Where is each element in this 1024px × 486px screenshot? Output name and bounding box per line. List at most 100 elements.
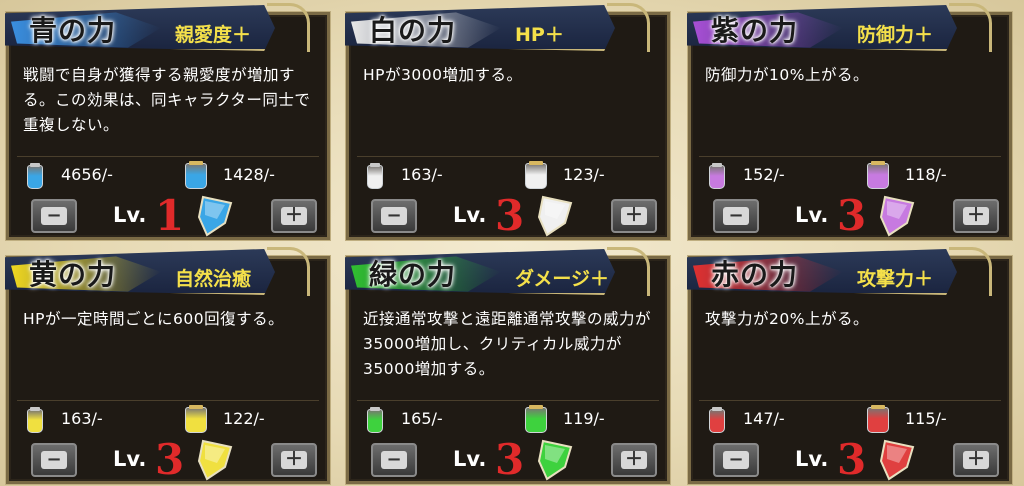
power-description: HPが3000増加する。: [363, 66, 523, 84]
level-value: 3: [495, 435, 525, 484]
level-down-button[interactable]: −: [713, 443, 759, 477]
divider: [699, 400, 1001, 401]
level-up-button[interactable]: ＋: [611, 199, 657, 233]
level-up-button[interactable]: ＋: [271, 443, 317, 477]
plus-icon: ＋: [963, 451, 989, 469]
banner-ornament: [949, 247, 992, 296]
level-down-button[interactable]: −: [713, 199, 759, 233]
level-label: Lv.: [453, 203, 487, 227]
level-value: 1: [155, 191, 185, 240]
minus-icon: −: [723, 207, 749, 225]
power-crystal-icon: [197, 439, 233, 481]
large-potion-icon: [525, 161, 547, 189]
power-description: HPが一定時間ごとに600回復する。: [23, 310, 285, 328]
level-up-button[interactable]: ＋: [611, 443, 657, 477]
level-down-button[interactable]: −: [31, 199, 77, 233]
level-down-button[interactable]: −: [371, 443, 417, 477]
power-title: 青の力: [29, 14, 117, 47]
power-crystal-icon: [537, 439, 573, 481]
power-title: 黄の力: [29, 258, 117, 291]
power-effect-label: 親愛度＋: [175, 24, 252, 46]
small-potion-count: 165/-: [401, 409, 443, 428]
material-row: 165/- 119/-: [349, 405, 667, 433]
plus-icon: ＋: [621, 207, 647, 225]
banner-ornament: [267, 247, 310, 296]
level-label: Lv.: [795, 203, 829, 227]
small-potion-icon: [367, 163, 383, 189]
minus-icon: −: [381, 207, 407, 225]
power-crystal-icon: [879, 439, 915, 481]
large-potion-count: 115/-: [905, 409, 947, 428]
power-effect-label: 防御力＋: [857, 24, 934, 46]
power-effect-label: 攻撃力＋: [857, 268, 934, 290]
small-potion-count: 163/-: [61, 409, 103, 428]
banner-ornament: [949, 3, 992, 52]
minus-icon: −: [41, 451, 67, 469]
small-potion-count: 152/-: [743, 165, 785, 184]
power-title: 赤の力: [711, 258, 799, 291]
material-row: 152/- 118/-: [691, 161, 1009, 189]
material-row: 163/- 123/-: [349, 161, 667, 189]
small-potion-icon: [709, 163, 725, 189]
small-potion-icon: [27, 163, 43, 189]
large-potion-count: 123/-: [563, 165, 605, 184]
power-card: 赤の力 攻撃力＋ 攻撃力が20%上がる。 147/- 115/- − Lv. 3…: [687, 247, 1012, 484]
divider: [699, 156, 1001, 157]
power-crystal-icon: [197, 195, 233, 237]
power-card: 黄の力 自然治癒 HPが一定時間ごとに600回復する。 163/- 122/- …: [5, 247, 330, 484]
level-value: 3: [837, 191, 867, 240]
level-value: 3: [155, 435, 185, 484]
level-down-button[interactable]: −: [31, 443, 77, 477]
plus-icon: ＋: [281, 207, 307, 225]
small-potion-count: 147/-: [743, 409, 785, 428]
power-effect-label: 自然治癒: [175, 268, 252, 290]
power-title: 紫の力: [711, 14, 799, 47]
minus-icon: −: [41, 207, 67, 225]
level-label: Lv.: [113, 447, 147, 471]
small-potion-icon: [709, 407, 725, 433]
level-up-button[interactable]: ＋: [953, 443, 999, 477]
banner-ornament: [607, 3, 650, 52]
level-up-button[interactable]: ＋: [953, 199, 999, 233]
large-potion-icon: [867, 161, 889, 189]
power-card: 紫の力 防御力＋ 防御力が10%上がる。 152/- 118/- − Lv. 3…: [687, 3, 1012, 240]
level-up-button[interactable]: ＋: [271, 199, 317, 233]
power-description: 近接通常攻撃と遠距離通常攻撃の威力が35000増加し、クリティカル威力が3500…: [363, 310, 652, 378]
banner-ornament: [267, 3, 310, 52]
power-title: 緑の力: [369, 258, 457, 291]
plus-icon: ＋: [963, 207, 989, 225]
large-potion-count: 118/-: [905, 165, 947, 184]
divider: [357, 400, 659, 401]
material-row: 4656/- 1428/-: [9, 161, 327, 189]
power-description: 戦闘で自身が獲得する親愛度が増加する。この効果は、同キャラクター同士で重複しない…: [23, 66, 311, 134]
power-crystal-icon: [537, 195, 573, 237]
level-down-button[interactable]: −: [371, 199, 417, 233]
divider: [17, 156, 319, 157]
small-potion-icon: [27, 407, 43, 433]
power-description: 攻撃力が20%上がる。: [705, 310, 869, 328]
minus-icon: −: [381, 451, 407, 469]
level-label: Lv.: [453, 447, 487, 471]
power-description: 防御力が10%上がる。: [705, 66, 869, 84]
level-label: Lv.: [795, 447, 829, 471]
large-potion-count: 119/-: [563, 409, 605, 428]
power-card: 青の力 親愛度＋ 戦闘で自身が獲得する親愛度が増加する。この効果は、同キャラクタ…: [5, 3, 330, 240]
large-potion-icon: [185, 405, 207, 433]
power-effect-label: ダメージ＋: [515, 268, 610, 290]
small-potion-count: 163/-: [401, 165, 443, 184]
large-potion-icon: [185, 161, 207, 189]
minus-icon: −: [723, 451, 749, 469]
power-card: 白の力 HP＋ HPが3000増加する。 163/- 123/- − Lv. 3…: [345, 3, 670, 240]
divider: [357, 156, 659, 157]
power-title: 白の力: [369, 14, 457, 47]
material-row: 147/- 115/-: [691, 405, 1009, 433]
plus-icon: ＋: [621, 451, 647, 469]
plus-icon: ＋: [281, 451, 307, 469]
divider: [17, 400, 319, 401]
banner-ornament: [607, 247, 650, 296]
large-potion-count: 1428/-: [223, 165, 275, 184]
power-card: 緑の力 ダメージ＋ 近接通常攻撃と遠距離通常攻撃の威力が35000増加し、クリテ…: [345, 247, 670, 484]
large-potion-icon: [525, 405, 547, 433]
small-potion-icon: [367, 407, 383, 433]
level-value: 3: [837, 435, 867, 484]
